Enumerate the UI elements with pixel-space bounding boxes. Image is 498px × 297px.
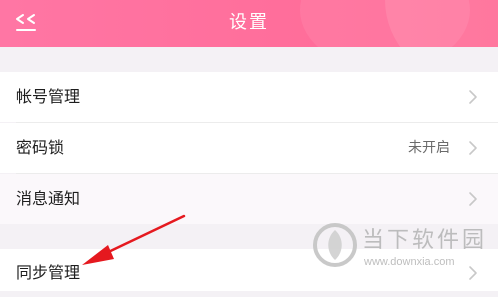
watermark: 当下软件园 www.downxia.com bbox=[312, 220, 492, 286]
settings-item-label: 帐号管理 bbox=[16, 87, 81, 106]
red-arrow-annotation bbox=[82, 214, 186, 265]
settings-item-account[interactable]: 帐号管理 bbox=[0, 72, 498, 122]
password-lock-status: 未开启 bbox=[408, 140, 450, 156]
settings-item-password-lock[interactable]: 密码锁 未开启 bbox=[0, 123, 498, 173]
settings-item-notifications[interactable]: 消息通知 bbox=[0, 174, 498, 224]
settings-item-label: 密码锁 bbox=[16, 138, 65, 157]
downxia-logo-icon bbox=[313, 223, 357, 267]
double-chevron-left-icon bbox=[16, 14, 36, 31]
header-bar: 设置 bbox=[0, 0, 498, 47]
watermark-name: 当下软件园 bbox=[362, 228, 488, 253]
back-button[interactable] bbox=[10, 6, 48, 42]
chevron-right-icon bbox=[469, 192, 477, 206]
settings-item-label: 消息通知 bbox=[16, 189, 81, 208]
chevron-right-icon bbox=[469, 141, 477, 155]
page-title: 设置 bbox=[229, 12, 269, 33]
settings-item-label: 同步管理 bbox=[16, 263, 81, 282]
watermark-url: www.downxia.com bbox=[364, 256, 455, 268]
chevron-right-icon bbox=[469, 90, 477, 104]
section-gap bbox=[0, 47, 498, 72]
